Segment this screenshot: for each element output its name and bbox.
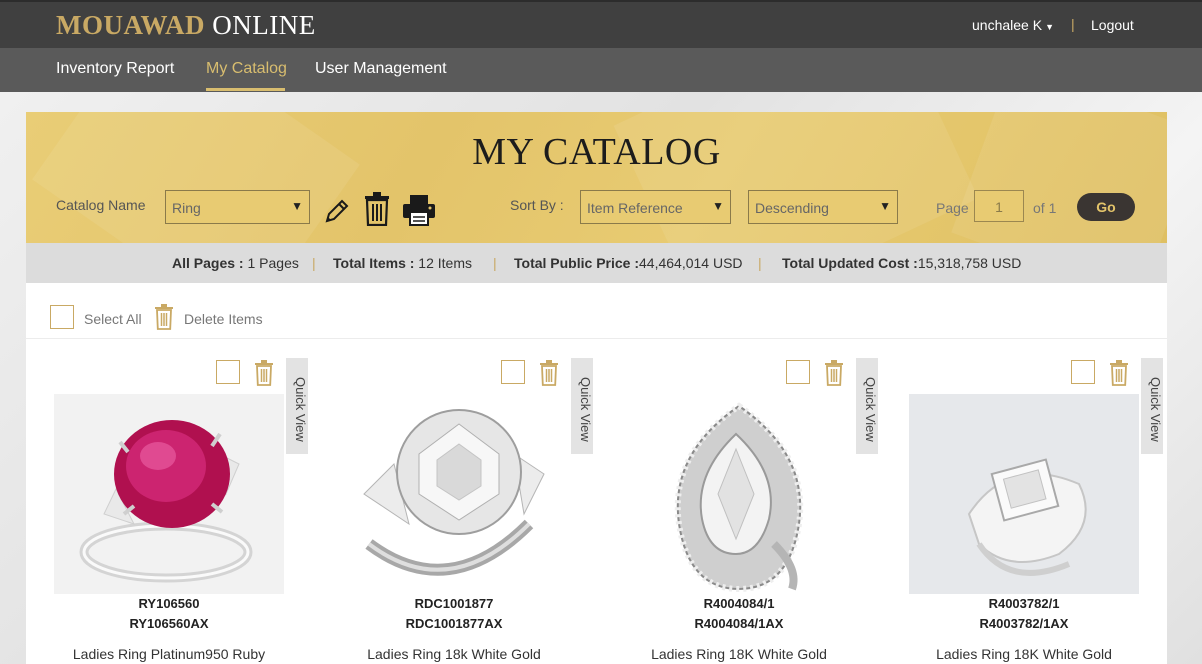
product-reference: RY106560 <box>138 596 200 611</box>
product-description: Ladies Ring 18K White Gold <box>936 646 1112 662</box>
total-public-price-value: 44,464,014 USD <box>639 255 743 271</box>
nav-item-user-management[interactable]: User Management <box>315 60 447 78</box>
page-label: Page <box>936 200 969 216</box>
top-bar: MOUAWAD ONLINE unchalee K ▼ | Logout <box>0 0 1202 48</box>
product-description: Ladies Ring Platinum950 Ruby <box>72 646 266 662</box>
nav-item-inventory-report[interactable]: Inventory Report <box>56 60 174 78</box>
trash-icon[interactable] <box>364 192 390 226</box>
user-name: unchalee K <box>972 17 1043 33</box>
total-public-price-label: Total Public Price : <box>514 255 639 271</box>
quick-view-tab[interactable]: Quick View <box>286 358 308 454</box>
trash-icon[interactable] <box>539 360 559 386</box>
chevron-down-icon: ▼ <box>712 199 724 213</box>
total-public-price-stat: Total Public Price :44,464,014 USD <box>514 255 743 271</box>
nav-item-my-catalog[interactable]: My Catalog <box>206 60 287 78</box>
sort-field-select[interactable]: Item Reference ▼ <box>580 190 731 224</box>
product-card[interactable]: Quick View RY106560 RY106560AX Ladies Ri… <box>54 358 344 664</box>
product-reference: R4003782/1 <box>988 596 1060 611</box>
select-all-checkbox[interactable] <box>50 305 74 329</box>
quick-view-tab[interactable]: Quick View <box>1141 358 1163 454</box>
pencil-icon[interactable] <box>322 196 352 226</box>
product-card[interactable]: Quick View R4003782/1 R4003782/1AX Ladie… <box>909 358 1199 664</box>
chevron-down-icon: ▼ <box>291 199 303 213</box>
stat-separator: | <box>493 255 497 271</box>
product-image-diamond-ring[interactable] <box>339 394 569 594</box>
product-card[interactable]: Quick View R4004084/1 R4004084/1AX Ladie… <box>624 358 914 664</box>
brand-logo[interactable]: MOUAWAD ONLINE <box>56 10 316 41</box>
quick-view-tab[interactable]: Quick View <box>856 358 878 454</box>
catalog-name-select[interactable]: Ring ▼ <box>165 190 310 224</box>
catalog-header: MY CATALOG Catalog Name Ring ▼ Sort By:… <box>26 112 1167 243</box>
product-reference-ax: R4004084/1AX <box>694 616 784 631</box>
product-card[interactable]: Quick View RDC1001877 RDC1001877AX Ladie… <box>339 358 629 664</box>
printer-icon[interactable] <box>402 194 436 226</box>
logout-link[interactable]: Logout <box>1091 17 1134 33</box>
product-reference-ax: RDC1001877AX <box>405 616 503 631</box>
product-reference-ax: R4003782/1AX <box>979 616 1069 631</box>
trash-icon[interactable] <box>824 360 844 386</box>
divider <box>26 338 1167 339</box>
total-updated-cost-value: 15,318,758 USD <box>917 255 1022 271</box>
page-total-label: of 1 <box>1033 200 1057 216</box>
total-updated-cost-stat: Total Updated Cost :15,318,758 USD <box>782 255 1021 271</box>
chevron-down-icon: ▼ <box>879 199 891 213</box>
trash-icon[interactable] <box>154 304 174 330</box>
stat-separator: | <box>758 255 762 271</box>
active-nav-indicator <box>206 88 285 91</box>
sort-by-label: Sort By : <box>510 197 564 213</box>
product-select-checkbox[interactable] <box>501 360 525 384</box>
page-title: MY CATALOG <box>472 131 721 173</box>
product-description: Ladies Ring 18k White Gold <box>367 646 541 662</box>
total-items-label: Total Items : <box>333 255 415 271</box>
product-image-pear-ring[interactable] <box>624 394 854 594</box>
product-select-checkbox[interactable] <box>1071 360 1095 384</box>
total-items-stat: Total Items : 12 Items <box>333 255 472 271</box>
go-button[interactable]: Go <box>1077 193 1135 221</box>
catalog-name-value: Ring <box>172 200 201 216</box>
catalog-panel: MY CATALOG Catalog Name Ring ▼ Sort By:… <box>26 112 1167 664</box>
all-pages-value: 1 Pages <box>243 255 299 271</box>
catalog-name-label: Catalog Name <box>56 197 146 213</box>
product-reference: RDC1001877 <box>414 596 494 611</box>
sort-order-value: Descending <box>755 200 829 216</box>
product-image-emerald-cut-ring[interactable] <box>909 394 1139 594</box>
main-nav: Inventory Report My Catalog User Managem… <box>0 48 1202 92</box>
product-select-checkbox[interactable] <box>216 360 240 384</box>
sort-field-value: Item Reference <box>587 200 683 216</box>
brand-name-white: ONLINE <box>212 10 316 40</box>
brand-name-gold: MOUAWAD <box>56 10 205 40</box>
caret-down-icon: ▼ <box>1045 22 1054 32</box>
all-pages-stat: All Pages : 1 Pages <box>172 255 299 271</box>
user-menu-dropdown[interactable]: unchalee K ▼ <box>972 17 1054 33</box>
product-image-ruby-ring[interactable] <box>54 394 284 594</box>
catalog-summary: All Pages : 1 Pages | Total Items : 12 I… <box>26 243 1167 283</box>
trash-icon[interactable] <box>1109 360 1129 386</box>
page-number-input[interactable]: 1 <box>974 190 1024 222</box>
select-all-label[interactable]: Select All <box>84 311 142 327</box>
total-updated-cost-label: Total Updated Cost : <box>782 255 918 271</box>
product-select-checkbox[interactable] <box>786 360 810 384</box>
all-pages-label: All Pages : <box>172 255 244 271</box>
sort-order-select[interactable]: Descending ▼ <box>748 190 898 224</box>
total-items-value: 12 Items <box>414 255 473 271</box>
delete-items-label[interactable]: Delete Items <box>184 311 263 327</box>
product-description: Ladies Ring 18K White Gold <box>651 646 827 662</box>
stat-separator: | <box>312 255 316 271</box>
header-divider: | <box>1071 16 1075 32</box>
product-reference: R4004084/1 <box>703 596 775 611</box>
trash-icon[interactable] <box>254 360 274 386</box>
product-reference-ax: RY106560AX <box>129 616 209 631</box>
quick-view-tab[interactable]: Quick View <box>571 358 593 454</box>
